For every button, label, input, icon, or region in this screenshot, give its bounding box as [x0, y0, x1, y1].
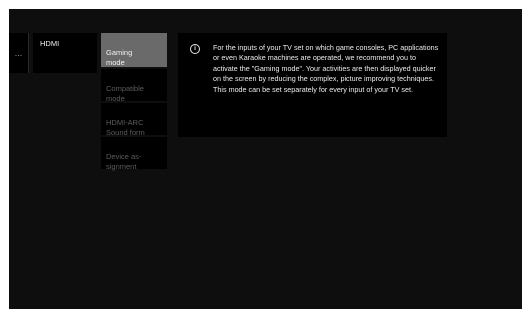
submenu-item-label: Gaming mode [106, 48, 133, 67]
submenu-item-label: Compatible mode [106, 84, 144, 103]
tv-screen: ... HDMI Gaming mode Compatible mode HDM… [9, 9, 522, 309]
submenu: Gaming mode Compatible mode HDMI-ARC Sou… [101, 33, 167, 171]
submenu-item-label: Device as- signment [106, 152, 142, 171]
menu-previous-item[interactable]: ... [9, 33, 29, 73]
submenu-item-gaming-mode[interactable]: Gaming mode [101, 33, 167, 67]
menu-previous-label: ... [14, 48, 23, 58]
info-icon: i [190, 44, 200, 54]
info-panel: i For the inputs of your TV set on which… [178, 33, 447, 137]
info-icon-glyph: i [194, 45, 196, 52]
menu-item-hdmi[interactable]: HDMI [33, 33, 97, 73]
submenu-item-label: HDMI-ARC Sound form [106, 118, 145, 137]
submenu-item-compatible-mode[interactable]: Compatible mode [101, 69, 167, 103]
submenu-item-device-assignment[interactable]: Device as- signment [101, 137, 167, 171]
menu-item-hdmi-label: HDMI [40, 39, 60, 48]
info-description: For the inputs of your TV set on which g… [213, 43, 439, 94]
submenu-item-hdmi-arc-sound-form[interactable]: HDMI-ARC Sound form [101, 103, 167, 137]
